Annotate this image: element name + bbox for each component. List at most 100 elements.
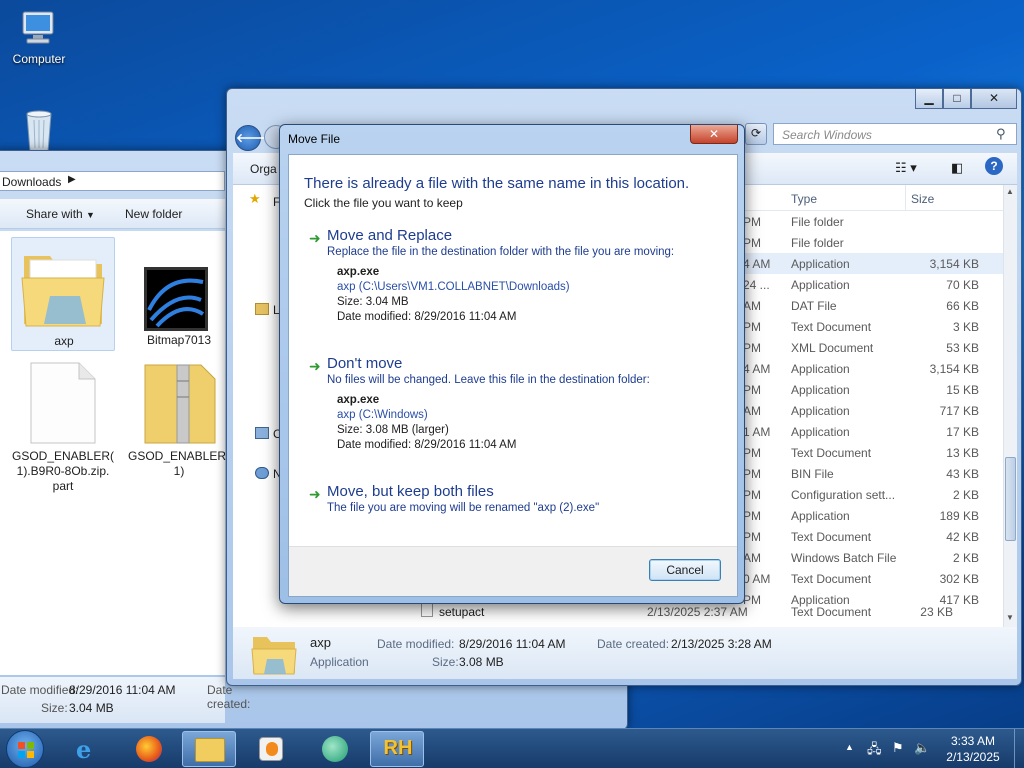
dialog-subheading: Click the file you want to keep [304, 196, 463, 210]
file-item-gsod-zip[interactable]: GSOD_ENABLER( 1) [127, 359, 231, 478]
table-row[interactable]: PM File folder [743, 211, 1003, 232]
media-player-icon [259, 737, 283, 761]
view-options-icon[interactable]: ☷ ▾ [895, 160, 917, 176]
back-button[interactable]: 🡐 [235, 125, 268, 151]
table-row[interactable]: PM Application 189 KB [743, 505, 1003, 526]
taskbar-green-app[interactable] [308, 731, 362, 767]
scrollbar-thumb[interactable] [1005, 457, 1016, 541]
organize-button[interactable]: Orga [250, 162, 277, 176]
row-date-partial: PM [743, 341, 761, 355]
taskbar-rh-app[interactable]: RH [370, 731, 424, 767]
search-input[interactable]: Search Windows [782, 128, 872, 142]
network-tray-icon[interactable]: 🖧 [867, 740, 882, 762]
table-row[interactable]: AM Application 717 KB [743, 400, 1003, 421]
taskbar-media-player[interactable] [244, 731, 298, 767]
new-folder-button[interactable]: New folder [125, 207, 182, 221]
close-button[interactable]: ✕ [971, 89, 1017, 109]
show-desktop-button[interactable] [1014, 729, 1024, 768]
address-bar[interactable]: Downloads ▶ [0, 171, 225, 191]
bitmap-thumbnail-icon [144, 267, 208, 331]
row-date-partial: PM [743, 530, 761, 544]
green-arrow-icon: ➜ [309, 358, 321, 374]
table-row[interactable]: PM Text Document 3 KB [743, 316, 1003, 337]
scroll-up-icon[interactable]: ▲ [1006, 187, 1014, 196]
row-type: Text Document [791, 572, 872, 586]
details-pane: Date modified: 8/29/2016 11:04 AM Date c… [0, 677, 250, 723]
file-label: Bitmap7013 [146, 333, 212, 347]
taskbar-internet-explorer[interactable]: e [62, 731, 116, 767]
file-item-gsod-part[interactable]: GSOD_ENABLER( 1).B9R0-8Ob.zip. part [11, 359, 115, 493]
column-header-size[interactable]: Size [911, 192, 934, 206]
table-row[interactable]: 24 ... Application 70 KB [743, 274, 1003, 295]
search-icon[interactable]: ⚲ [996, 126, 1006, 142]
date-modified-value: 8/29/2016 11:04 AM [459, 637, 566, 651]
detail-file-type: Application [310, 655, 369, 669]
desktop-icon-computer[interactable]: Computer [2, 8, 76, 66]
libraries-icon[interactable] [255, 303, 269, 315]
row-type: Application [791, 257, 850, 271]
file-item-axp[interactable]: axp [11, 237, 115, 351]
preview-pane-icon[interactable]: ◧ [951, 160, 963, 176]
table-row[interactable]: PM XML Document 53 KB [743, 337, 1003, 358]
minimize-button[interactable]: ▁ [915, 89, 943, 109]
taskbar-windows-explorer[interactable] [182, 731, 236, 767]
table-row[interactable]: PM File folder [743, 232, 1003, 253]
file-label: axp [54, 334, 74, 348]
start-button[interactable] [6, 730, 44, 768]
maximize-button[interactable]: □ [943, 89, 971, 109]
network-icon[interactable] [255, 467, 269, 479]
option-dont-move[interactable]: ➜ Don't move No files will be changed. L… [299, 353, 729, 481]
search-box[interactable]: Search Windows ⚲ [773, 123, 1017, 145]
file-date: Date modified: 8/29/2016 11:04 AM [337, 311, 517, 323]
vertical-scrollbar[interactable]: ▲ ▼ [1003, 185, 1017, 627]
clock-time[interactable]: 3:33 AM [938, 734, 1008, 748]
table-row[interactable]: 1 AM Application 17 KB [743, 421, 1003, 442]
help-icon[interactable]: ? [985, 157, 1003, 175]
table-row[interactable]: AM DAT File 66 KB [743, 295, 1003, 316]
table-row[interactable]: 4 AM Application 3,154 KB [743, 253, 1003, 274]
breadcrumb-chevron-icon[interactable]: ▶ [68, 174, 76, 185]
table-row[interactable]: PM Configuration sett... 2 KB [743, 484, 1003, 505]
dialog-close-button[interactable]: ✕ [690, 125, 738, 144]
row-size: 3 KB [952, 320, 979, 334]
breadcrumb[interactable]: Downloads [2, 175, 61, 189]
date-created-label: Date created: [597, 637, 670, 651]
option-keep-both[interactable]: ➜ Move, but keep both files The file you… [299, 481, 729, 521]
table-row[interactable]: PM Application 15 KB [743, 379, 1003, 400]
folder-icon [20, 246, 106, 331]
file-pane: axp Bitmap7013 GSOD_ENABLER( 1).B9R0-8Ob… [0, 231, 230, 675]
dialog-body: There is already a file with the same na… [288, 154, 738, 597]
volume-muted-icon[interactable]: 🔈 [914, 740, 930, 756]
clock-date[interactable]: 2/13/2025 [938, 750, 1008, 764]
file-list: PM File folder PM File folder 4 AM Applicatio… [743, 211, 1003, 613]
refresh-button[interactable]: ⟳ [745, 123, 767, 145]
file-name: axp.exe [337, 266, 380, 278]
row-date-partial: PM [743, 215, 761, 229]
computer-nav-icon[interactable] [255, 427, 269, 439]
show-hidden-icons-icon[interactable]: ▲ [845, 742, 854, 752]
favorites-icon[interactable]: ★ [249, 191, 261, 207]
desktop-icon-recycle-bin[interactable] [2, 108, 76, 153]
row-type: Application [791, 425, 850, 439]
table-row[interactable]: PM Text Document 13 KB [743, 442, 1003, 463]
option-move-and-replace[interactable]: ➜ Move and Replace Replace the file in t… [299, 225, 729, 353]
column-header-type[interactable]: Type [791, 192, 817, 206]
table-row[interactable]: PM Text Document 42 KB [743, 526, 1003, 547]
file-item-bitmap[interactable]: Bitmap7013 [127, 237, 231, 351]
row-name: setupact [439, 605, 485, 619]
table-row[interactable]: 4 AM Application 3,154 KB [743, 358, 1003, 379]
taskbar-firefox[interactable] [122, 731, 176, 767]
scroll-down-icon[interactable]: ▼ [1006, 613, 1014, 622]
action-center-flag-icon[interactable]: ⚑ [892, 740, 904, 756]
cancel-button[interactable]: Cancel [649, 559, 721, 581]
dialog-footer: Cancel [289, 546, 737, 596]
table-row[interactable]: setupact 2/13/2025 2:37 AM Text Document… [411, 601, 1017, 622]
row-date-partial: PM [743, 383, 761, 397]
detail-file-name: axp [310, 635, 331, 650]
table-row[interactable]: 0 AM Text Document 302 KB [743, 568, 1003, 589]
table-row[interactable]: PM BIN File 43 KB [743, 463, 1003, 484]
row-size: 2 KB [952, 488, 979, 502]
table-row[interactable]: AM Windows Batch File 2 KB [743, 547, 1003, 568]
share-with-button[interactable]: Share with ▼ [26, 207, 95, 221]
file-size: Size: 3.04 MB [337, 296, 409, 308]
